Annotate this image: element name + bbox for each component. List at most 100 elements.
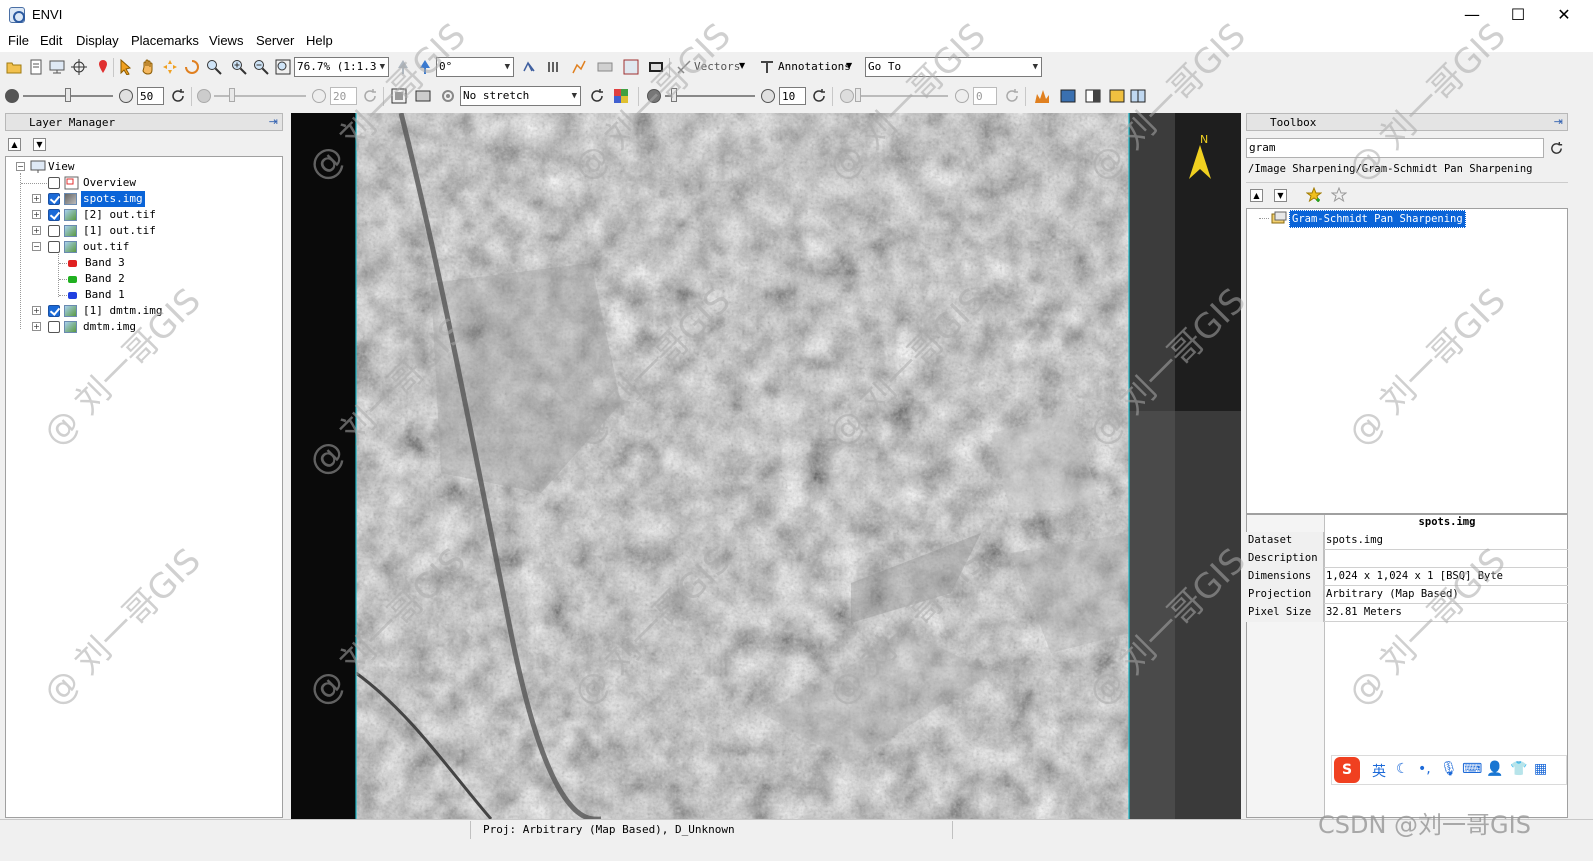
ime-language-toggle[interactable]: 英 (1372, 761, 1386, 781)
swipe-icon[interactable] (1130, 88, 1146, 104)
goto-field[interactable]: Go To ▼ (865, 57, 1042, 77)
tree-row-band3[interactable]: Band 3 (6, 255, 276, 271)
measure-icon[interactable] (597, 59, 613, 75)
reset-sharpen-icon[interactable] (811, 88, 827, 104)
dock-pin-icon[interactable]: ⇥ (1554, 114, 1563, 130)
sharpen-slider-thumb[interactable] (671, 88, 677, 102)
tree-row-dmtm1[interactable]: + [1] dmtm.img (6, 303, 276, 319)
toolbox-result-item[interactable]: Gram-Schmidt Pan Sharpening (1289, 210, 1466, 228)
collapse-icon[interactable]: − (32, 242, 41, 251)
expand-icon[interactable]: + (32, 306, 41, 315)
reset-stretch-icon[interactable] (589, 88, 605, 104)
zoom-level-field[interactable]: 76.7% (1:1.3 ▼ (294, 57, 389, 77)
transparency-slider-thumb[interactable] (855, 88, 861, 102)
select-arrow-icon[interactable] (118, 59, 134, 75)
collapse-icon[interactable]: − (16, 162, 25, 171)
image-view[interactable]: N (291, 113, 1241, 819)
contrast-max-icon[interactable] (312, 89, 326, 103)
maximize-button[interactable]: ☐ (1495, 0, 1541, 30)
rotate-view-icon[interactable] (417, 59, 433, 75)
layer-checkbox[interactable] (48, 225, 60, 237)
histogram-icon[interactable] (1034, 88, 1050, 104)
color-table-icon[interactable] (613, 88, 629, 104)
expand-icon[interactable]: + (32, 226, 41, 235)
pan-hand-icon[interactable] (140, 59, 156, 75)
annotations-menu[interactable]: Annotations (778, 60, 851, 73)
reset-transparency-icon[interactable] (1004, 88, 1020, 104)
transparency-value-field[interactable]: 0 (973, 87, 997, 105)
layer-checkbox[interactable] (48, 209, 60, 221)
rotate-icon[interactable] (184, 59, 200, 75)
menu-file[interactable]: File (8, 33, 29, 48)
close-button[interactable]: ✕ (1541, 0, 1587, 30)
brightness-min-icon[interactable] (5, 89, 19, 103)
flicker-icon[interactable] (1109, 88, 1125, 104)
punctuation-icon[interactable]: •, (1418, 761, 1431, 777)
zoom-full-icon[interactable] (275, 59, 291, 75)
sharpen-value-field[interactable]: 10 (779, 87, 806, 105)
shirt-icon[interactable]: 👕 (1510, 761, 1527, 777)
layer-checkbox[interactable] (48, 321, 60, 333)
stretch-type-select[interactable]: No stretch ▼ (460, 86, 581, 106)
sharpen-slider-track[interactable] (665, 95, 755, 97)
menu-display[interactable]: Display (76, 33, 119, 48)
expand-icon[interactable]: + (32, 194, 41, 203)
tree-row-out[interactable]: − out.tif (6, 239, 276, 255)
vectors-icon[interactable] (676, 59, 692, 75)
expand-icon[interactable]: + (32, 210, 41, 219)
toolbox-search-input[interactable]: gram (1246, 138, 1544, 158)
zoom-in-icon[interactable] (231, 59, 247, 75)
expand-all-icon[interactable]: ▼ (33, 138, 46, 151)
microphone-icon[interactable]: 🎙 (1440, 761, 1458, 777)
minimize-button[interactable]: — (1449, 0, 1495, 30)
dock-pin-icon[interactable]: ⇥ (269, 114, 278, 130)
add-favorite-star-icon[interactable] (1306, 187, 1322, 203)
contrast-slider-thumb[interactable] (229, 88, 236, 102)
contrast-value-field[interactable]: 20 (330, 87, 357, 105)
rotation-field[interactable]: 0° ▼ (436, 57, 514, 77)
contrast-slider-track[interactable] (214, 95, 306, 97)
brightness-slider-thumb[interactable] (65, 88, 71, 102)
transparency-slider-track[interactable] (858, 95, 948, 97)
portal-icon[interactable] (522, 59, 538, 75)
chip-icon[interactable] (546, 59, 562, 75)
placemark-pin-icon[interactable] (95, 59, 111, 75)
user-icon[interactable]: 👤 (1486, 761, 1503, 777)
fly-icon[interactable] (162, 59, 178, 75)
transparency-min-icon[interactable] (840, 89, 854, 103)
annotation-icon[interactable] (759, 59, 775, 75)
stretch-settings-icon[interactable] (440, 88, 456, 104)
menu-placemarks[interactable]: Placemarks (131, 33, 199, 48)
vectors-menu[interactable]: Vectors (694, 60, 740, 73)
brightness-max-icon[interactable] (119, 89, 133, 103)
display-icon[interactable] (49, 59, 65, 75)
expand-icon[interactable]: + (32, 322, 41, 331)
menu-edit[interactable]: Edit (40, 33, 62, 48)
reset-brightness-icon[interactable] (170, 88, 186, 104)
favorites-star-icon[interactable] (1331, 187, 1347, 203)
layer-checkbox[interactable] (48, 305, 60, 317)
zoom-out-icon[interactable] (253, 59, 269, 75)
stretch-view-icon[interactable] (415, 88, 431, 104)
region-icon[interactable] (623, 59, 639, 75)
tree-row-overview[interactable]: Overview (6, 175, 276, 191)
data-manager-icon[interactable] (28, 59, 44, 75)
sharpen-max-icon[interactable] (761, 89, 775, 103)
grid-icon[interactable]: ▦ (1534, 761, 1547, 777)
menu-server[interactable]: Server (256, 33, 294, 48)
layer-checkbox[interactable] (48, 177, 60, 189)
contrast-min-icon[interactable] (197, 89, 211, 103)
tree-row-out2[interactable]: + [2] out.tif (6, 207, 276, 223)
film-icon[interactable] (648, 59, 664, 75)
menu-views[interactable]: Views (209, 33, 243, 48)
transparency-max-icon[interactable] (955, 89, 969, 103)
sharpen-min-icon[interactable] (647, 89, 661, 103)
collapse-all-icon[interactable]: ▲ (8, 138, 21, 151)
north-up-icon[interactable] (395, 59, 411, 75)
reset-contrast-icon[interactable] (362, 88, 378, 104)
layer-checkbox[interactable] (48, 193, 60, 205)
menu-help[interactable]: Help (306, 33, 333, 48)
crosshair-icon[interactable] (71, 59, 87, 75)
tree-row-band1[interactable]: Band 1 (6, 287, 276, 303)
tree-row-out1[interactable]: + [1] out.tif (6, 223, 276, 239)
